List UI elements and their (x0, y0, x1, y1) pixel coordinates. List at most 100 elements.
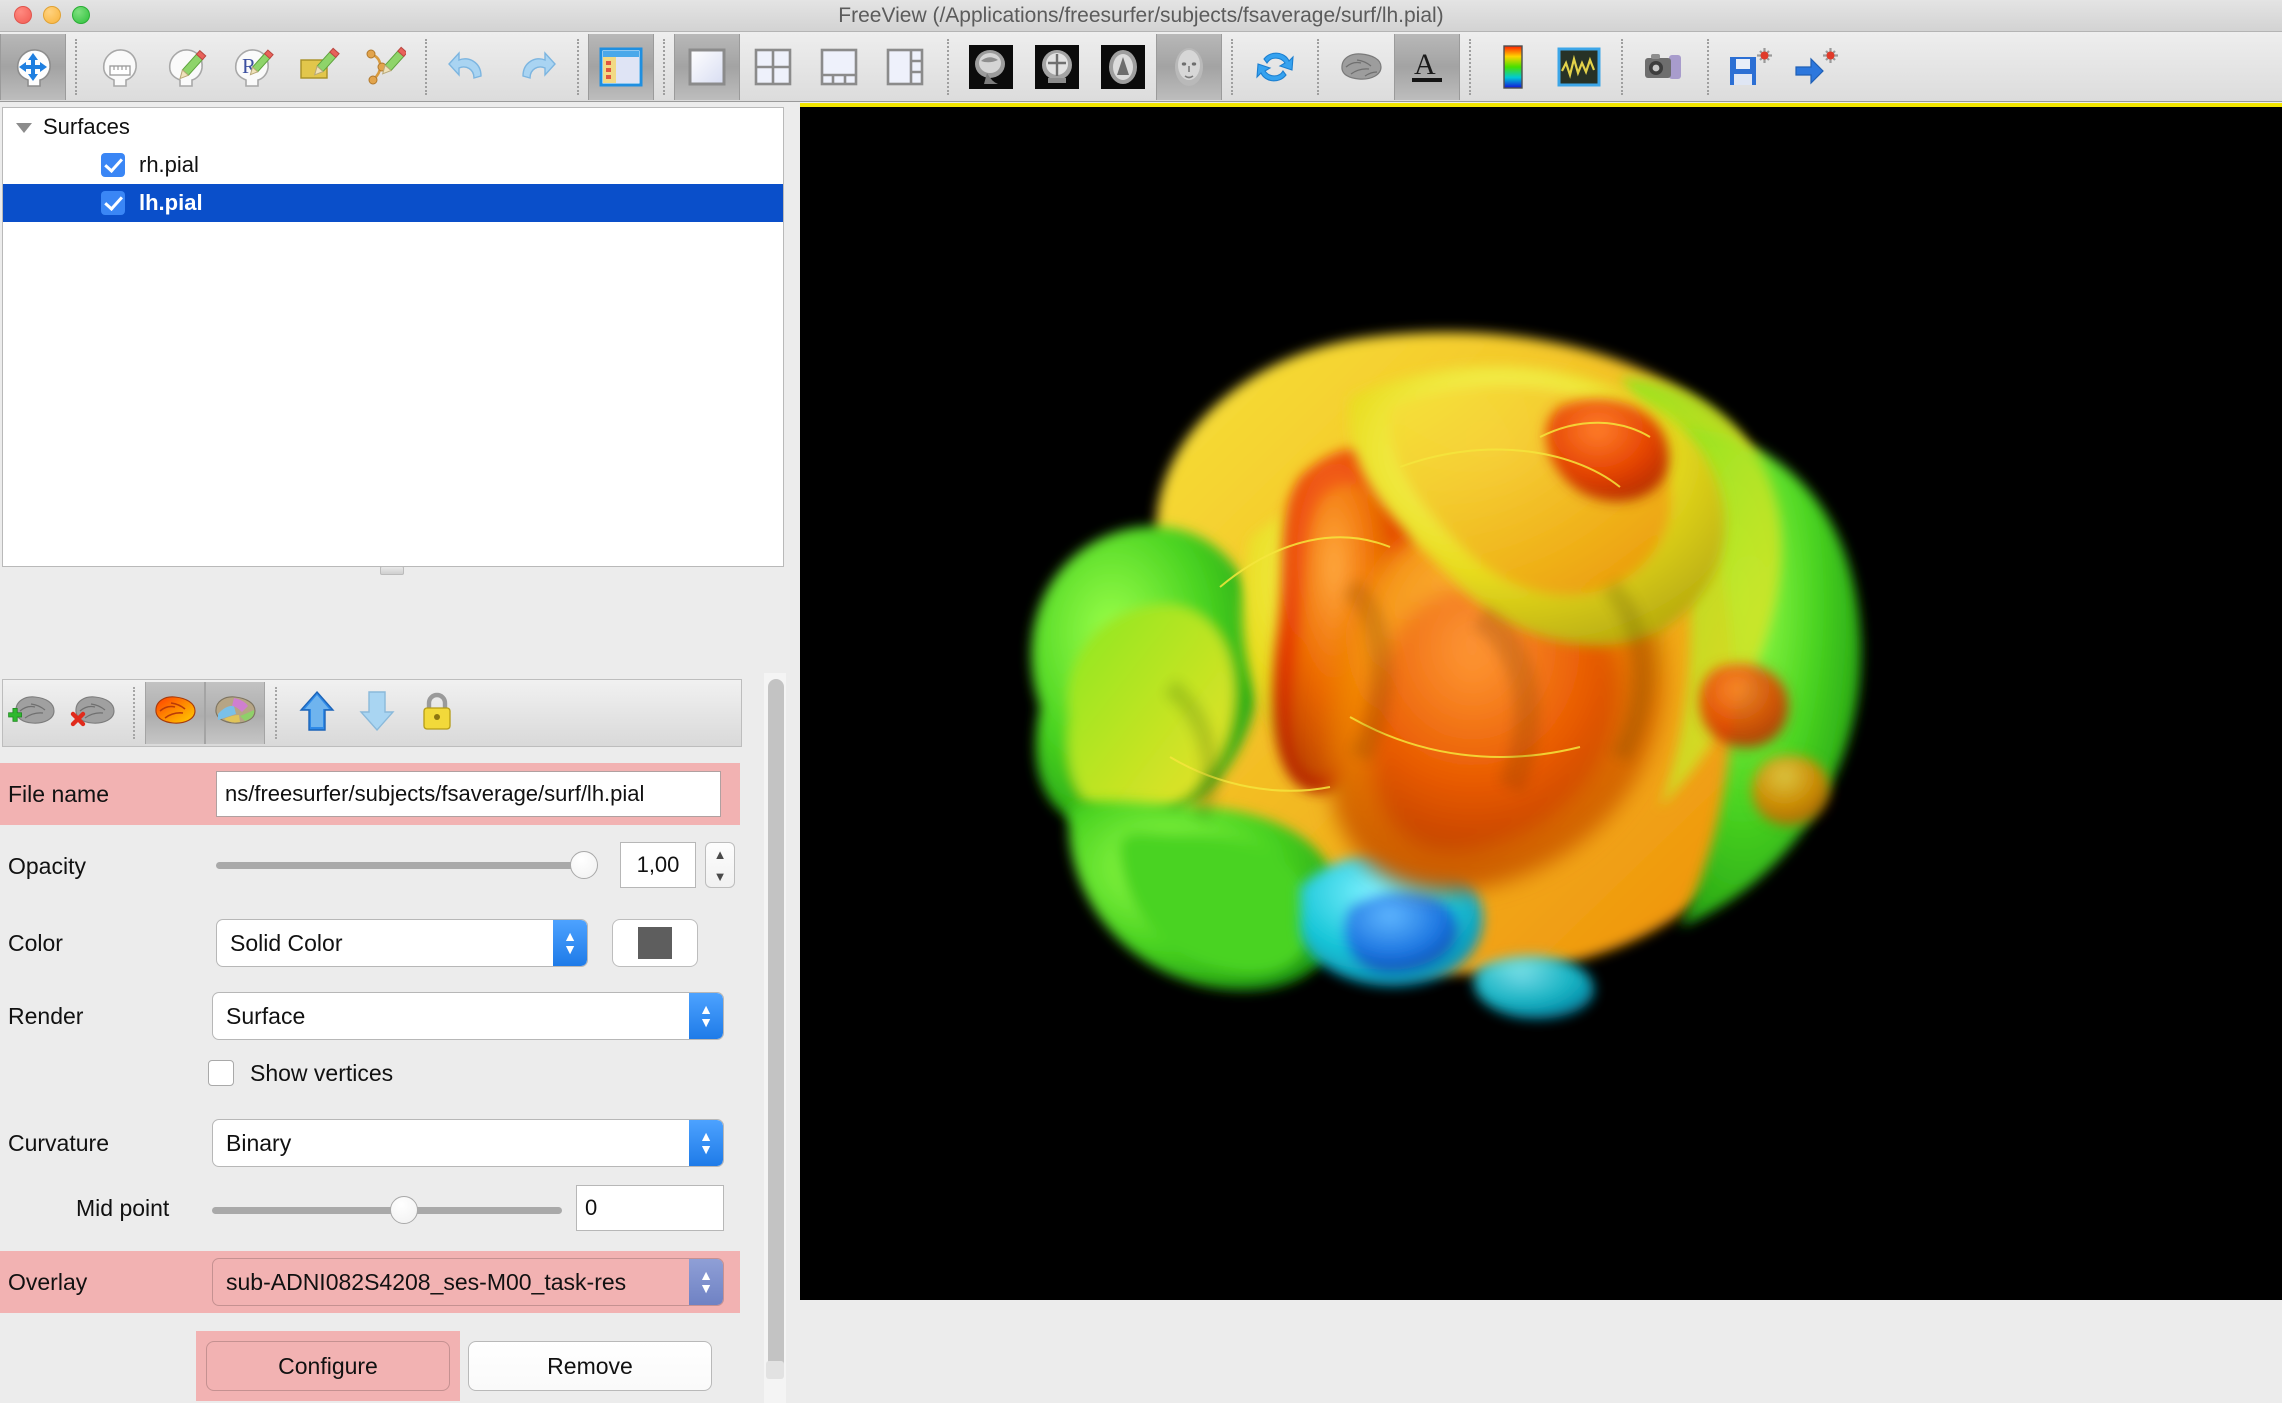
toolbar-separator (1707, 38, 1709, 95)
color-mode-select[interactable]: Solid Color ▲ ▼ (216, 919, 588, 967)
redo-button[interactable] (502, 34, 568, 100)
floppy-point-set-icon (1727, 45, 1775, 89)
view-coronal-button[interactable] (1024, 34, 1090, 100)
show-vertices-row[interactable]: Show vertices (208, 1051, 748, 1095)
mid-point-slider-knob[interactable] (390, 1196, 418, 1224)
measure-tool-button[interactable] (86, 34, 152, 100)
mid-point-value-input[interactable] (576, 1185, 724, 1231)
file-name-label: File name (8, 780, 109, 807)
color-scale-icon (1502, 44, 1524, 89)
chevron-down-icon[interactable] (13, 116, 35, 138)
move-layer-up-button[interactable] (287, 682, 347, 744)
color-label: Color (8, 929, 63, 956)
render-mode-value: Surface (226, 1002, 306, 1029)
head-pencil-icon (162, 44, 208, 90)
configure-overlay-button[interactable]: Configure (206, 1341, 450, 1391)
opacity-row: Opacity ▲ ▼ (8, 838, 748, 894)
move-layer-down-button[interactable] (347, 682, 407, 744)
overlay-row: Overlay sub-ADNI082S4208_ses-M00_task-re… (8, 1251, 748, 1313)
show-color-scale-button[interactable] (1480, 34, 1546, 100)
main-toolbar: R A (0, 32, 2282, 102)
color-mode-value: Solid Color (230, 929, 343, 956)
layout-2x2-button[interactable] (740, 34, 806, 100)
save-point-set-button[interactable] (1718, 34, 1784, 100)
roi-pencil-icon (294, 44, 340, 90)
stepper-up-icon[interactable]: ▲ (714, 848, 727, 861)
head-move-icon (10, 44, 56, 90)
window-title: FreeView (/Applications/freesurfer/subje… (838, 4, 1444, 27)
layout-1x3-button[interactable] (806, 34, 872, 100)
layer-tree[interactable]: Surfaces rh.pial lh.pial (2, 107, 784, 567)
file-name-input[interactable] (216, 771, 721, 817)
view-axial-button[interactable] (1090, 34, 1156, 100)
opacity-stepper[interactable]: ▲ ▼ (705, 842, 735, 888)
show-annotation-button[interactable] (205, 682, 265, 744)
3d-render-view[interactable] (800, 103, 2282, 1300)
show-overlay-button[interactable] (145, 682, 205, 744)
show-surfaces-button[interactable] (1328, 34, 1394, 100)
mid-point-slider-track[interactable] (212, 1207, 562, 1214)
unload-surface-button[interactable] (63, 682, 123, 744)
chevron-updown-icon[interactable]: ▲ ▼ (689, 1120, 723, 1166)
axial-slice-icon (1101, 44, 1145, 89)
lock-layer-button[interactable] (407, 682, 467, 744)
toolbar-separator (577, 38, 579, 95)
opacity-slider-knob[interactable] (570, 851, 598, 879)
chevron-updown-icon[interactable]: ▲ ▼ (689, 993, 723, 1039)
opacity-slider-track[interactable] (216, 862, 596, 869)
layer-visibility-checkbox[interactable] (101, 191, 125, 215)
undo-button[interactable] (436, 34, 502, 100)
opacity-value-input[interactable] (620, 842, 696, 888)
layout-1x1-button[interactable] (674, 33, 740, 100)
recon-edit-tool-button[interactable]: R (218, 34, 284, 100)
layer-item-label: rh.pial (139, 152, 199, 177)
undo-arrow-icon (446, 44, 492, 90)
color-row: Color Solid Color ▲ ▼ (8, 915, 748, 971)
color-swatch (638, 927, 672, 959)
stepper-down-icon[interactable]: ▼ (714, 870, 727, 883)
control-panel: Surfaces rh.pial lh.pial File name ns/fr… (0, 103, 800, 1403)
view-3d-button[interactable] (1156, 33, 1222, 100)
brain-surface-render (1031, 332, 1861, 1019)
toolbar-separator (1231, 38, 1233, 95)
layer-item-rh-pial[interactable]: rh.pial (3, 146, 783, 184)
color-swatch-button[interactable] (612, 919, 698, 967)
point-set-edit-tool-button[interactable] (350, 34, 416, 100)
toggle-control-panel-button[interactable] (588, 33, 654, 100)
arrow-up-icon (298, 689, 336, 738)
show-annotation-button[interactable]: A (1394, 33, 1460, 100)
layout-1x3-horizontal-button[interactable] (872, 34, 938, 100)
navigate-tool-button[interactable] (0, 33, 66, 100)
point-set-pencil-icon (360, 44, 406, 90)
voxel-edit-tool-button[interactable] (152, 34, 218, 100)
layer-visibility-checkbox[interactable] (101, 153, 125, 177)
render-mode-select[interactable]: Surface ▲ ▼ (212, 992, 724, 1040)
curvature-value: Binary (226, 1129, 292, 1156)
screenshot-button[interactable] (1632, 34, 1698, 100)
goto-point-set-button[interactable] (1784, 34, 1850, 100)
layer-group-label: Surfaces (43, 114, 130, 139)
load-surface-button[interactable] (3, 682, 63, 744)
chevron-updown-icon[interactable]: ▲ ▼ (553, 920, 587, 966)
brain-overlay-icon (150, 692, 200, 735)
layer-item-lh-pial[interactable]: lh.pial (3, 184, 783, 222)
show-vertices-checkbox[interactable] (208, 1060, 234, 1086)
show-time-course-button[interactable] (1546, 34, 1612, 100)
overlay-select[interactable]: sub-ADNI082S4208_ses-M00_task-res ▲ ▼ (212, 1258, 724, 1306)
control-panel-scrollbar-thumb[interactable] (768, 679, 784, 1379)
layer-group-surfaces[interactable]: Surfaces (3, 108, 783, 146)
layout-quad-icon (753, 47, 793, 87)
render-label: Render (8, 1002, 84, 1029)
panel-splitter-handle[interactable] (380, 566, 404, 575)
remove-overlay-button[interactable]: Remove (468, 1341, 712, 1391)
overlay-value: sub-ADNI082S4208_ses-M00_task-res (226, 1268, 627, 1295)
view-sagittal-button[interactable] (958, 34, 1024, 100)
chevron-updown-icon[interactable]: ▲ ▼ (689, 1259, 723, 1305)
brain-remove-icon (68, 692, 118, 735)
lock-icon (419, 689, 455, 738)
roi-edit-tool-button[interactable] (284, 34, 350, 100)
curvature-select[interactable]: Binary ▲ ▼ (212, 1119, 724, 1167)
opacity-label: Opacity (8, 852, 86, 879)
toolbar-separator (425, 38, 427, 95)
reset-view-button[interactable] (1242, 34, 1308, 100)
